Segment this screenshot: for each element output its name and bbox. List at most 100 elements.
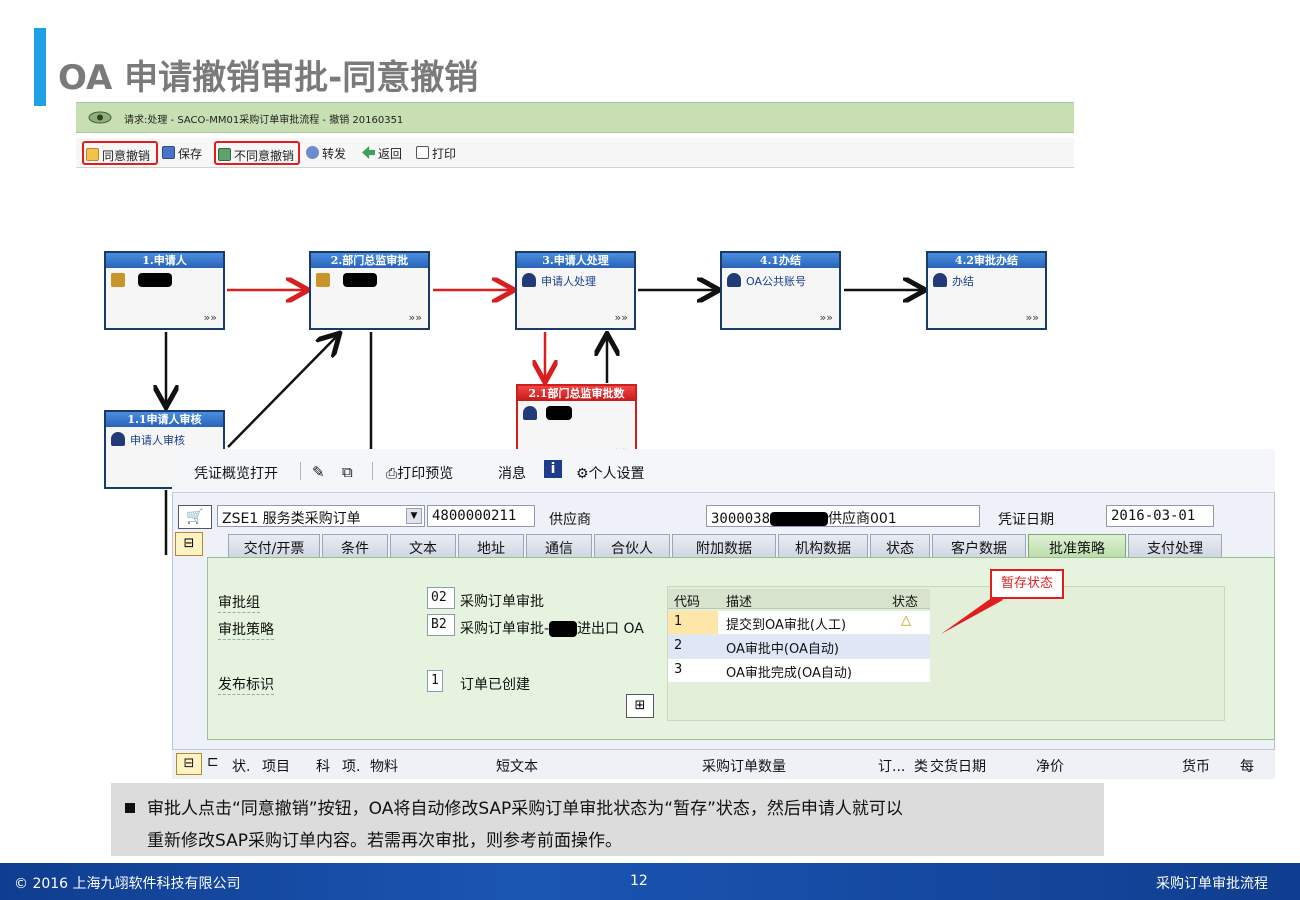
document-type-value: ZSE1 服务类采购订单 (222, 511, 361, 527)
node-title: 2.部门总监审批 (311, 253, 428, 268)
table-row[interactable]: 3 OA审批完成(OA自动) (668, 659, 930, 682)
col-type[interactable]: 类 (914, 756, 928, 776)
warning-triangle-icon: △ (901, 613, 911, 628)
release-strategy-desc: 采购订单审批- 进出口 OA (460, 618, 644, 638)
release-strategy-label: 审批策略 (218, 619, 274, 640)
col-item[interactable]: 项目 (262, 756, 290, 776)
tab-delivery-invoice[interactable]: 交付/开票 (228, 534, 320, 558)
messages-button[interactable]: 消息 (498, 463, 526, 483)
node-title: 1.1申请人审核 (106, 412, 223, 427)
user-icon (111, 432, 125, 446)
separator (300, 462, 301, 480)
node-title: 3.申请人处理 (517, 253, 634, 268)
tab-texts[interactable]: 文本 (390, 534, 456, 558)
release-strategy-field[interactable]: B2 (427, 614, 455, 636)
col-net-price[interactable]: 净价 (1036, 756, 1064, 776)
row-description: 提交到OA审批(人工) (726, 618, 847, 633)
description-note: 审批人点击“同意撤销”按钮，OA将自动修改SAP采购订单审批状态为“暂存”状态，… (111, 783, 1104, 856)
print-preview-button[interactable]: ⎙打印预览 (386, 463, 453, 483)
po-number-field[interactable]: 4800000211 (427, 505, 535, 527)
personal-settings-button[interactable]: ⚙个人设置 (576, 463, 645, 483)
copy-icon[interactable]: ⧉ (342, 463, 353, 481)
footer-title: 采购订单审批流程 (1156, 876, 1268, 892)
node-text: 办结 (952, 275, 974, 288)
col-item-category[interactable]: 项. (342, 756, 360, 776)
col-currency[interactable]: 货币 (1182, 756, 1210, 776)
col-delivery-date[interactable]: 交货日期 (930, 756, 986, 776)
user-icon (933, 273, 947, 287)
tab-org-data[interactable]: 机构数据 (778, 534, 868, 558)
chevron-down-icon[interactable]: ▼ (406, 508, 422, 524)
node-text: OA公共账号 (746, 275, 806, 288)
edit-icon[interactable]: ✎ (312, 463, 325, 481)
workflow-node-applicant-process[interactable]: 3.申请人处理 申请人处理 »» (515, 251, 636, 330)
tab-release-strategy[interactable]: 批准策略 (1028, 534, 1126, 558)
col-short-text[interactable]: 短文本 (496, 756, 538, 776)
tab-status[interactable]: 状态 (870, 534, 930, 558)
vendor-field[interactable]: 3000038 供应商001 (706, 505, 980, 527)
redacted-vendor (770, 512, 829, 526)
more-glyph: »» (1025, 311, 1039, 324)
status-table-header: 代码 描述 状态 (668, 589, 930, 610)
more-glyph: »» (408, 311, 422, 324)
workflow-node-applicant[interactable]: 1.申请人 »» (104, 251, 225, 330)
cart-icon[interactable]: 🛒 (178, 505, 212, 529)
row-code: 1 (674, 614, 683, 629)
vendor-suffix: 供应商001 (828, 511, 897, 527)
table-row[interactable]: 1 提交到OA审批(人工) △ (668, 611, 930, 634)
col-description: 描述 (726, 595, 753, 610)
print-preview-icon: ⎙ (386, 466, 398, 482)
col-order-unit[interactable]: 订... (878, 756, 905, 776)
release-indicator-field[interactable]: 1 (427, 670, 443, 692)
user-icon (523, 406, 537, 420)
tab-address[interactable]: 地址 (458, 534, 524, 558)
redacted-name (546, 406, 572, 420)
details-icon[interactable]: ⊞ (626, 694, 654, 718)
separator (372, 462, 373, 480)
col-material[interactable]: 物料 (370, 756, 398, 776)
table-row[interactable]: 2 OA审批中(OA自动) (668, 635, 930, 658)
release-strategy-desc-suffix: 进出口 OA (577, 621, 644, 637)
tab-conditions[interactable]: 条件 (322, 534, 388, 558)
layout-icon[interactable]: ⊏ (207, 754, 219, 770)
release-group-field[interactable]: 02 (427, 587, 455, 609)
release-group-label: 审批组 (218, 592, 260, 613)
document-date-field[interactable]: 2016-03-01 (1106, 505, 1214, 527)
workflow-node-approval-close[interactable]: 4.2审批办结 办结 »» (926, 251, 1047, 330)
tab-partners[interactable]: 合伙人 (594, 534, 670, 558)
release-group-desc: 采购订单审批 (460, 594, 544, 610)
workflow-node-dept-director[interactable]: 2.部门总监审批 »» (309, 251, 430, 330)
node-title: 2.1部门总监审批数 (518, 386, 635, 401)
info-icon[interactable]: i (544, 460, 562, 478)
node-text: 申请人审核 (130, 434, 185, 447)
col-po-quantity[interactable]: 采购订单数量 (702, 756, 786, 776)
user-icon (727, 273, 741, 287)
tab-customer-data[interactable]: 客户数据 (932, 534, 1026, 558)
col-status: 状态 (892, 595, 919, 610)
tab-communication[interactable]: 通信 (526, 534, 592, 558)
user-group-icon (316, 273, 330, 287)
temporary-state-callout: 暂存状态 (990, 569, 1064, 599)
note-line-1: 审批人点击“同意撤销”按钮，OA将自动修改SAP采购订单审批状态为“暂存”状态，… (147, 799, 903, 819)
col-code: 代码 (674, 595, 701, 610)
tab-additional-data[interactable]: 附加数据 (672, 534, 776, 558)
personal-settings-label: 个人设置 (588, 466, 645, 482)
redacted-name (343, 273, 377, 287)
workflow-node-close[interactable]: 4.1办结 OA公共账号 »» (720, 251, 841, 330)
col-status[interactable]: 状. (232, 756, 250, 776)
col-account[interactable]: 科 (316, 756, 330, 776)
document-overview-button[interactable]: 凭证概览打开 (194, 463, 278, 483)
node-title: 4.2审批办结 (928, 253, 1045, 268)
release-indicator-desc: 订单已创建 (460, 677, 530, 693)
folder-icon[interactable]: ⊟ (176, 753, 202, 775)
arrow-11-to-2 (227, 335, 338, 448)
note-line-2: 重新修改SAP采购订单内容。若需再次审批，则参考前面操作。 (147, 831, 622, 851)
col-per[interactable]: 每 (1240, 756, 1254, 776)
row-code: 3 (674, 662, 683, 677)
folder-icon[interactable]: ⊟ (175, 532, 203, 556)
redacted-text (549, 621, 578, 637)
tab-payment[interactable]: 支付处理 (1128, 534, 1222, 558)
document-type-select[interactable]: ZSE1 服务类采购订单 ▼ (217, 505, 425, 527)
item-grid-header: ⊟ ⊏ 状. 项目 科 项. 物料 短文本 采购订单数量 订... 类 交货日期… (172, 749, 1275, 779)
settings-icon: ⚙ (576, 466, 589, 482)
